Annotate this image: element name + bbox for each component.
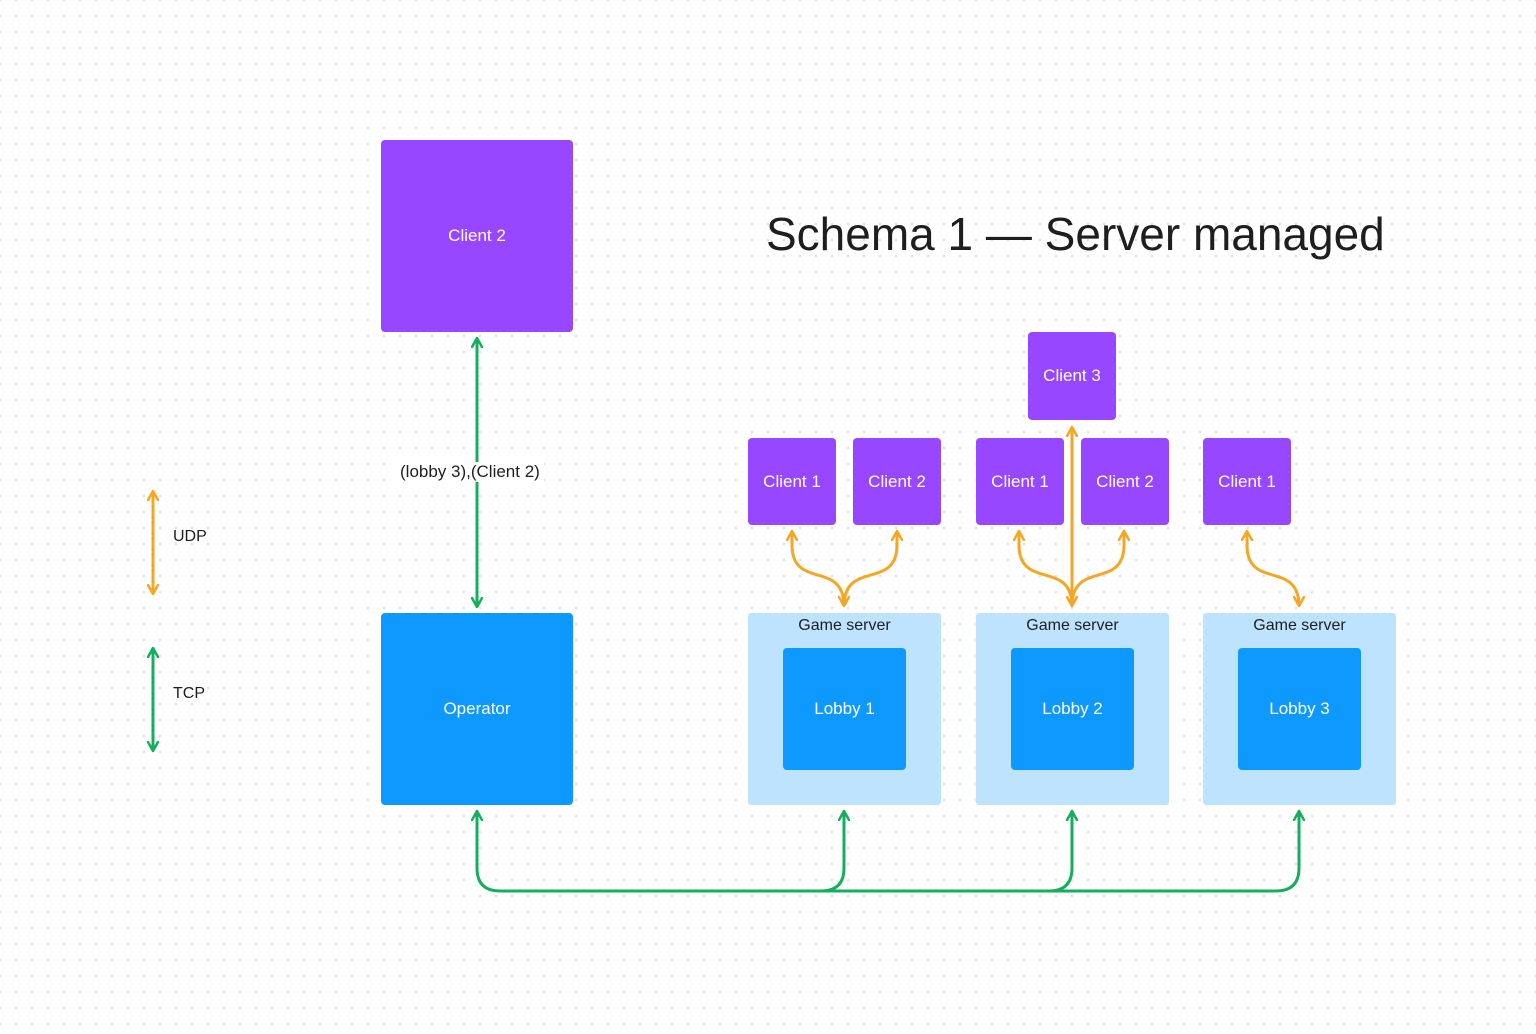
game-server-1-label: Game server	[798, 617, 891, 634]
operator-node[interactable]: Operator	[381, 613, 573, 805]
lobby-2-node[interactable]: Lobby 2	[1011, 648, 1134, 770]
g2-client2-node[interactable]: Client 2	[1081, 438, 1169, 525]
server2-tcp-branch	[1048, 811, 1072, 893]
g2-client1-udp	[1019, 531, 1074, 607]
game-server-3[interactable]: Game server Lobby 3	[1203, 613, 1396, 805]
g3-client1-node[interactable]: Client 1	[1203, 438, 1291, 525]
server1-tcp-branch	[820, 811, 844, 893]
g1-client2-udp	[842, 531, 897, 607]
legend-tcp-label: TCP	[173, 685, 205, 702]
game-server-2-label: Game server	[1026, 617, 1119, 634]
g1-client1-udp	[792, 531, 844, 606]
operator-bus-tcp	[477, 811, 1299, 893]
g2-client1-node[interactable]: Client 1	[976, 438, 1064, 525]
message-label: (lobby 3),(Client 2)	[396, 462, 544, 482]
game-server-1[interactable]: Game server Lobby 1	[748, 613, 941, 805]
game-server-3-label: Game server	[1253, 617, 1346, 634]
game-server-2[interactable]: Game server Lobby 2	[976, 613, 1169, 805]
diagram-title: Schema 1 — Server managed	[766, 208, 1385, 260]
g2-client3-node[interactable]: Client 3	[1028, 332, 1116, 420]
g1-client2-node[interactable]: Client 2	[853, 438, 941, 525]
g2-client2-udp	[1070, 531, 1124, 607]
g1-client1-node[interactable]: Client 1	[748, 438, 836, 525]
main-client-node[interactable]: Client 2	[381, 140, 573, 332]
g3-client1-udp	[1247, 531, 1299, 606]
lobby-1-node[interactable]: Lobby 1	[783, 648, 906, 770]
lobby-3-node[interactable]: Lobby 3	[1238, 648, 1361, 770]
diagram-canvas: Schema 1 — Server managed UDP TCP Client…	[0, 0, 1536, 1034]
legend-udp-label: UDP	[173, 528, 207, 545]
